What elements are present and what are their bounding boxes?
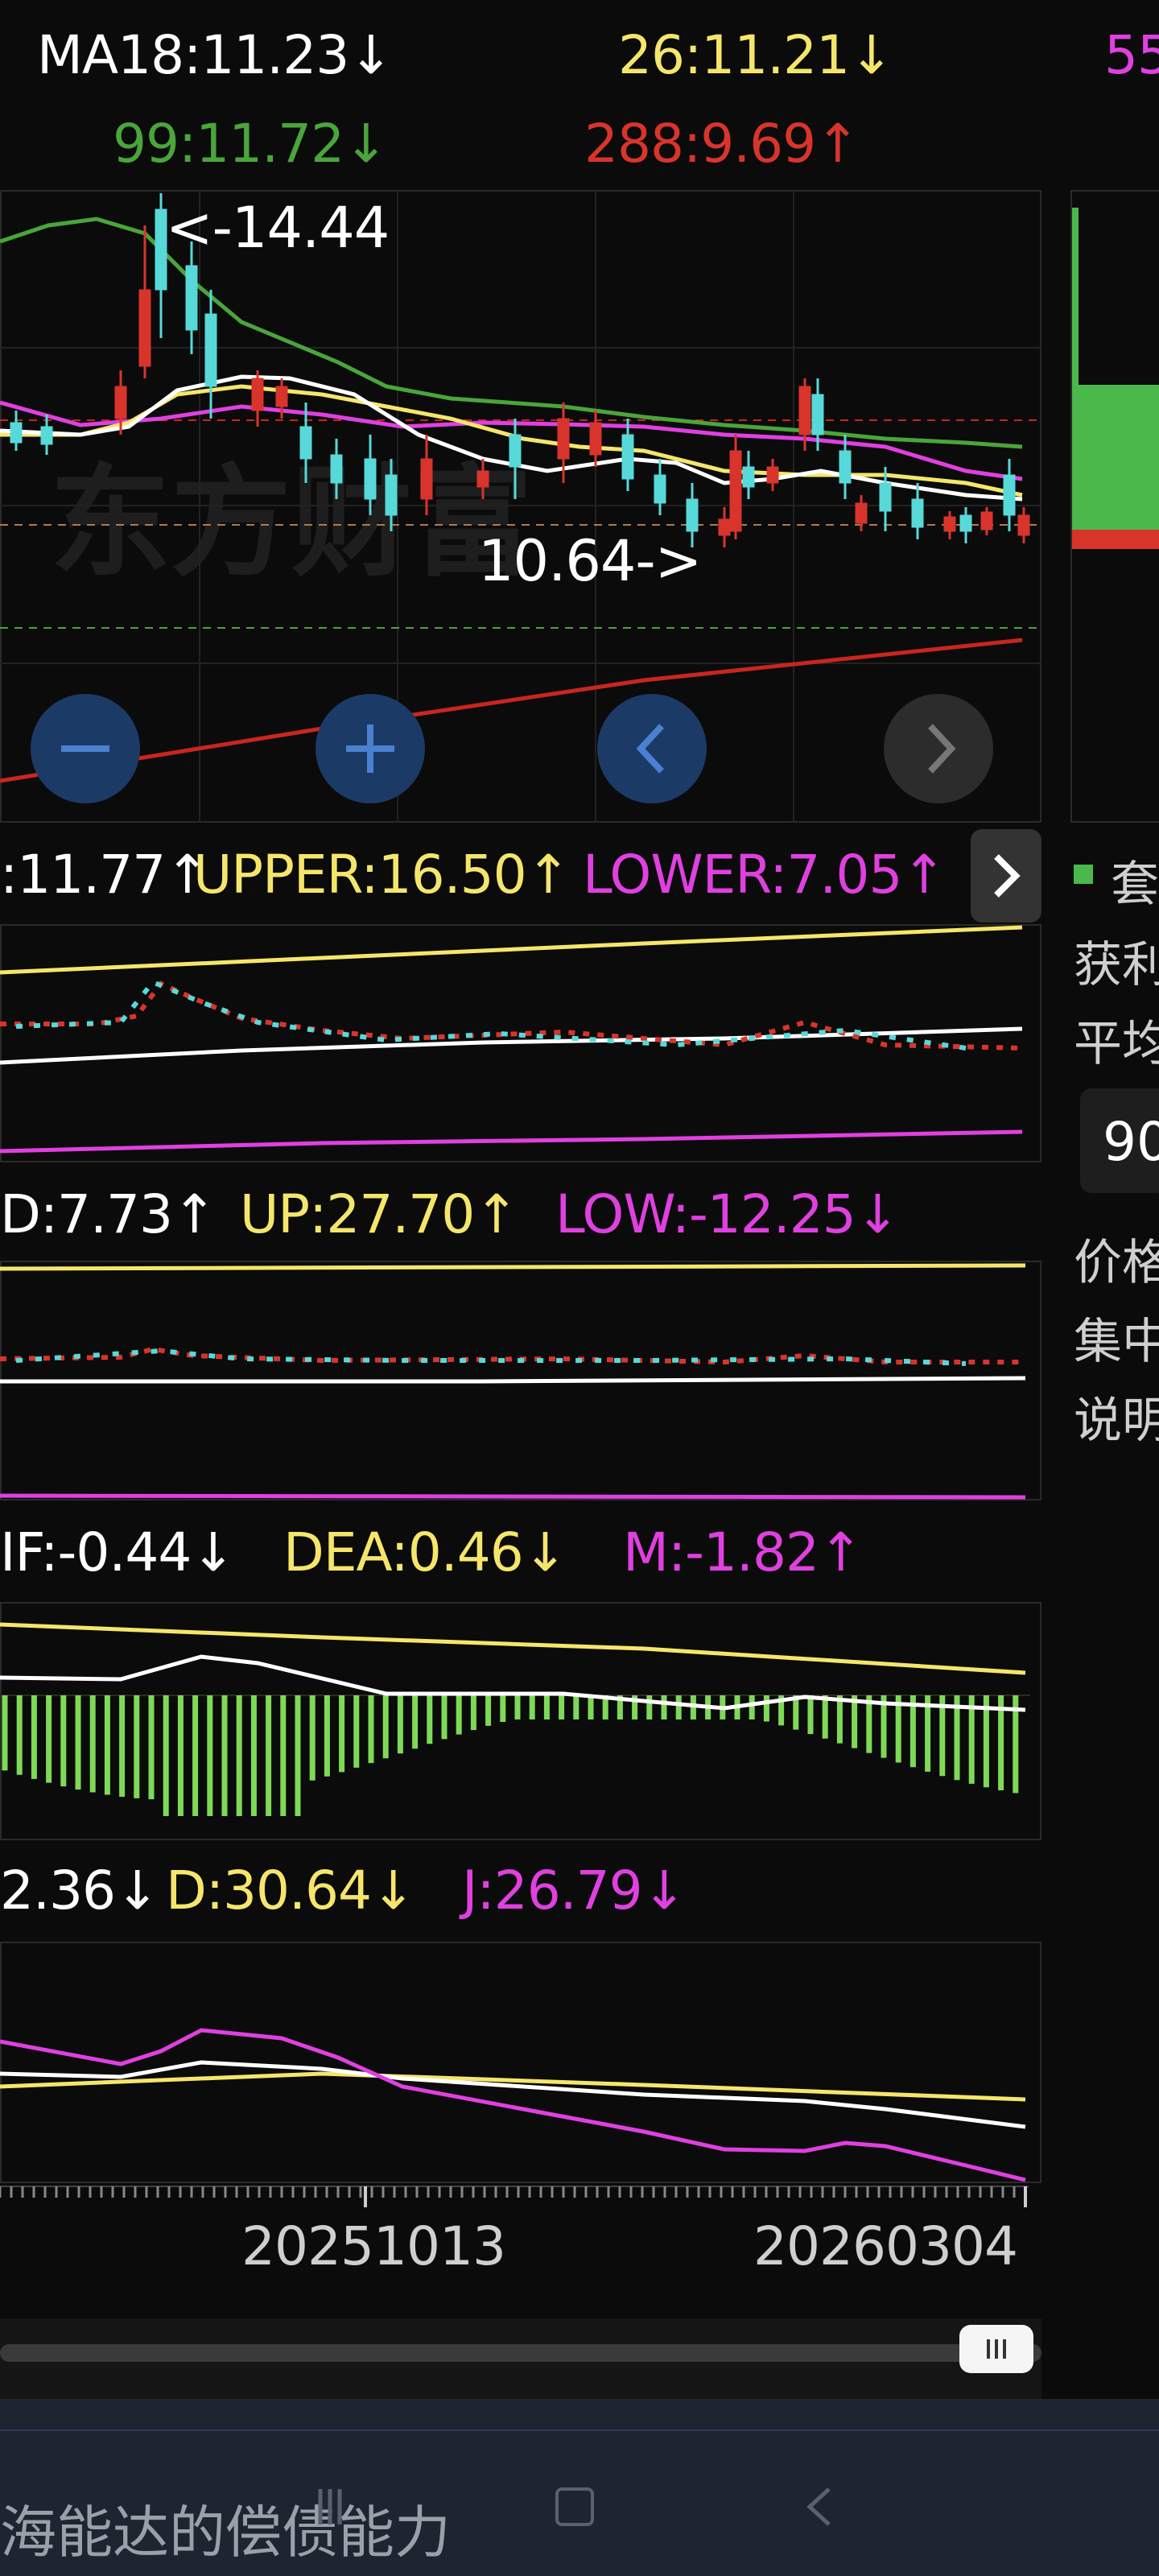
back-nav-icon[interactable] <box>797 2483 845 2531</box>
sidebar-period-input[interactable]: 90 <box>1080 1088 1159 1193</box>
sidebar-explain-link[interactable]: 说明 <box>1074 1381 1159 1451</box>
grip-lines-icon <box>987 2339 1006 2359</box>
news-ticker-text[interactable]: 海能达的偿债能力 <box>0 2487 451 2569</box>
sidebar-profit-label: 获利 <box>1074 937 1159 993</box>
sidebar-concentration-label: 集中 <box>1074 1314 1159 1370</box>
chip-distribution-panel[interactable] <box>1070 190 1159 823</box>
chart-scroll-area <box>0 2318 1041 2399</box>
sidebar-price-label: 价格 <box>1074 1235 1159 1291</box>
sidebar-legend-label: 套 <box>1111 857 1159 913</box>
scroll-handle[interactable] <box>959 2325 1033 2373</box>
legend-green-square <box>1074 865 1093 884</box>
chip-current-price-bar <box>1072 530 1159 549</box>
chip-edge-bar <box>1072 208 1079 530</box>
bottom-bar: 海能达的偿债能力 <box>0 2399 1159 2576</box>
home-nav-icon[interactable] <box>555 2487 594 2526</box>
ma-cut-value: 55 <box>1104 24 1159 86</box>
sidebar-period-value: 90 <box>1103 1111 1159 1173</box>
chip-profit-area <box>1072 385 1159 530</box>
recents-nav-icon[interactable] <box>306 2483 354 2531</box>
sidebar-average-label: 平均 <box>1074 1016 1159 1072</box>
x-axis-date-1: 20251013 <box>241 2215 506 2277</box>
x-axis-svg <box>0 2186 1029 2207</box>
x-axis-date-2: 20260304 <box>753 2215 1018 2277</box>
scroll-track[interactable] <box>0 2344 1041 2362</box>
